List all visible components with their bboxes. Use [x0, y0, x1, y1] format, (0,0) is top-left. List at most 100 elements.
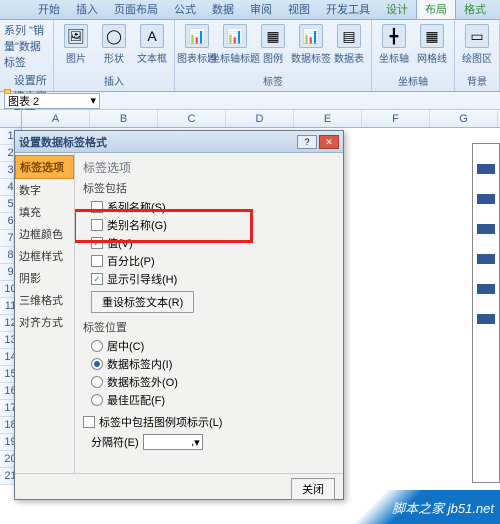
col-F[interactable]: F [362, 110, 430, 127]
radio-icon [91, 394, 103, 406]
dialog-titlebar[interactable]: 设置数据标签格式 ? ✕ [15, 131, 343, 153]
col-G[interactable]: G [430, 110, 498, 127]
group-title-insert: 插入 [58, 72, 170, 89]
chk-value[interactable]: ✓值(V) [91, 235, 335, 251]
separator-dropdown[interactable]: ,▾ [143, 434, 203, 450]
checkbox-icon [91, 255, 103, 267]
plot-area-button[interactable]: ▭绘图区 [459, 22, 495, 67]
group-labels: 📊图表标题 📊坐标轴标题 ▦图例 📊数据标签 ▤数据表 标签 [175, 20, 372, 91]
checkbox-icon: ✓ [91, 237, 103, 249]
insert-shapes-button[interactable]: ◯形状 [96, 22, 132, 67]
dialog-title: 设置数据标签格式 [19, 134, 107, 150]
col-C[interactable]: C [158, 110, 226, 127]
data-table-button[interactable]: ▤数据表 [331, 22, 367, 67]
textbox-icon: A [140, 24, 164, 48]
tab-insert[interactable]: 插入 [68, 0, 106, 19]
tab-pagelayout[interactable]: 页面布局 [106, 0, 166, 19]
cat-shadow[interactable]: 阴影 [15, 267, 74, 289]
selection-dropdown[interactable]: 系列 "销量"数据标签 [4, 22, 49, 70]
plot-area-icon: ▭ [465, 24, 489, 48]
legend-button[interactable]: ▦图例 [255, 22, 291, 67]
tab-home[interactable]: 开始 [30, 0, 68, 19]
category-list: 标签选项 数字 填充 边框颜色 边框样式 阴影 三维格式 对齐方式 [15, 153, 75, 473]
cat-number[interactable]: 数字 [15, 179, 74, 201]
data-labels-button[interactable]: 📊数据标签 [293, 22, 329, 67]
col-A[interactable]: A [22, 110, 90, 127]
dialog-close-button[interactable]: ✕ [319, 135, 339, 149]
checkbox-icon [83, 416, 95, 428]
rad-outside-end[interactable]: 数据标签外(O) [91, 374, 335, 390]
chevron-down-icon: ▾ [194, 436, 200, 449]
tab-data[interactable]: 数据 [204, 0, 242, 19]
reset-label-text-button[interactable]: 重设标签文本(R) [91, 291, 194, 313]
embedded-chart[interactable] [472, 143, 500, 483]
axis-titles-button[interactable]: 📊坐标轴标题 [217, 22, 253, 67]
rad-best-fit[interactable]: 最佳匹配(F) [91, 392, 335, 408]
tab-view[interactable]: 视图 [280, 0, 318, 19]
legend-icon: ▦ [261, 24, 285, 48]
cat-label-options[interactable]: 标签选项 [15, 155, 74, 179]
cat-3d-format[interactable]: 三维格式 [15, 289, 74, 311]
data-labels-icon: 📊 [299, 24, 323, 48]
cat-fill[interactable]: 填充 [15, 201, 74, 223]
insert-textbox-button[interactable]: A文本框 [134, 22, 170, 67]
group-background: ▭绘图区 背景 [455, 20, 500, 91]
group-axes: ╋坐标轴 ▦网格线 坐标轴 [372, 20, 455, 91]
tab-formulas[interactable]: 公式 [166, 0, 204, 19]
group-current-selection: 系列 "销量"数据标签 设置所选内容格式 重设以匹配样式 当前所选内容 [0, 20, 54, 91]
radio-icon [91, 358, 103, 370]
chk-legend-key[interactable]: 标签中包括图例项标示(L) [83, 414, 335, 430]
cat-border-style[interactable]: 边框样式 [15, 245, 74, 267]
label-position-heading: 标签位置 [83, 319, 335, 335]
tab-design[interactable]: 设计 [378, 0, 416, 19]
checkbox-icon: ✓ [91, 273, 103, 285]
column-headers: A B C D E F G [0, 110, 500, 128]
tab-review[interactable]: 审阅 [242, 0, 280, 19]
ribbon: 系列 "销量"数据标签 设置所选内容格式 重设以匹配样式 当前所选内容 🖼图片 … [0, 20, 500, 92]
format-data-labels-dialog: 设置数据标签格式 ? ✕ 标签选项 数字 填充 边框颜色 边框样式 阴影 三维格… [14, 130, 344, 500]
chk-category-name[interactable]: 类别名称(G) [91, 217, 335, 233]
col-D[interactable]: D [226, 110, 294, 127]
picture-icon: 🖼 [64, 24, 88, 48]
chk-series-name[interactable]: 系列名称(S) [91, 199, 335, 215]
chevron-down-icon: ▾ [90, 94, 96, 107]
formula-bar-row: 图表 2▾ [0, 92, 500, 110]
group-title-axes: 坐标轴 [376, 72, 450, 89]
shapes-icon: ◯ [102, 24, 126, 48]
dialog-help-button[interactable]: ? [297, 135, 317, 149]
axes-button[interactable]: ╋坐标轴 [376, 22, 412, 67]
checkbox-icon [91, 201, 103, 213]
col-B[interactable]: B [90, 110, 158, 127]
panel-heading: 标签选项 [83, 159, 335, 176]
select-all-corner[interactable] [0, 110, 22, 127]
name-box[interactable]: 图表 2▾ [4, 93, 100, 109]
axis-title-icon: 📊 [223, 24, 247, 48]
ribbon-tabs: 开始 插入 页面布局 公式 数据 审阅 视图 开发工具 设计 布局 格式 [0, 0, 500, 20]
rad-inside-end[interactable]: 数据标签内(I) [91, 356, 335, 372]
col-E[interactable]: E [294, 110, 362, 127]
chart-title-icon: 📊 [185, 24, 209, 48]
chk-percentage[interactable]: 百分比(P) [91, 253, 335, 269]
group-insert: 🖼图片 ◯形状 A文本框 插入 [54, 20, 175, 91]
rad-center[interactable]: 居中(C) [91, 338, 335, 354]
tab-layout[interactable]: 布局 [416, 0, 456, 19]
chk-leader-lines[interactable]: ✓显示引导线(H) [91, 271, 335, 287]
gridlines-button[interactable]: ▦网格线 [414, 22, 450, 67]
options-panel: 标签选项 标签包括 系列名称(S) 类别名称(G) ✓值(V) 百分比(P) ✓… [75, 153, 343, 473]
data-table-icon: ▤ [337, 24, 361, 48]
close-button[interactable]: 关闭 [291, 478, 335, 500]
group-title-background: 背景 [459, 72, 495, 89]
separator-label: 分隔符(E) [91, 434, 139, 450]
radio-icon [91, 340, 103, 352]
tab-developer[interactable]: 开发工具 [318, 0, 378, 19]
watermark: 脚本之家 jb51.net [350, 490, 500, 524]
cat-alignment[interactable]: 对齐方式 [15, 311, 74, 333]
axes-icon: ╋ [382, 24, 406, 48]
tab-format[interactable]: 格式 [456, 0, 494, 19]
checkbox-icon [91, 219, 103, 231]
insert-picture-button[interactable]: 🖼图片 [58, 22, 94, 67]
dialog-footer: 关闭 [15, 473, 343, 504]
cat-border-color[interactable]: 边框颜色 [15, 223, 74, 245]
radio-icon [91, 376, 103, 388]
gridlines-icon: ▦ [420, 24, 444, 48]
